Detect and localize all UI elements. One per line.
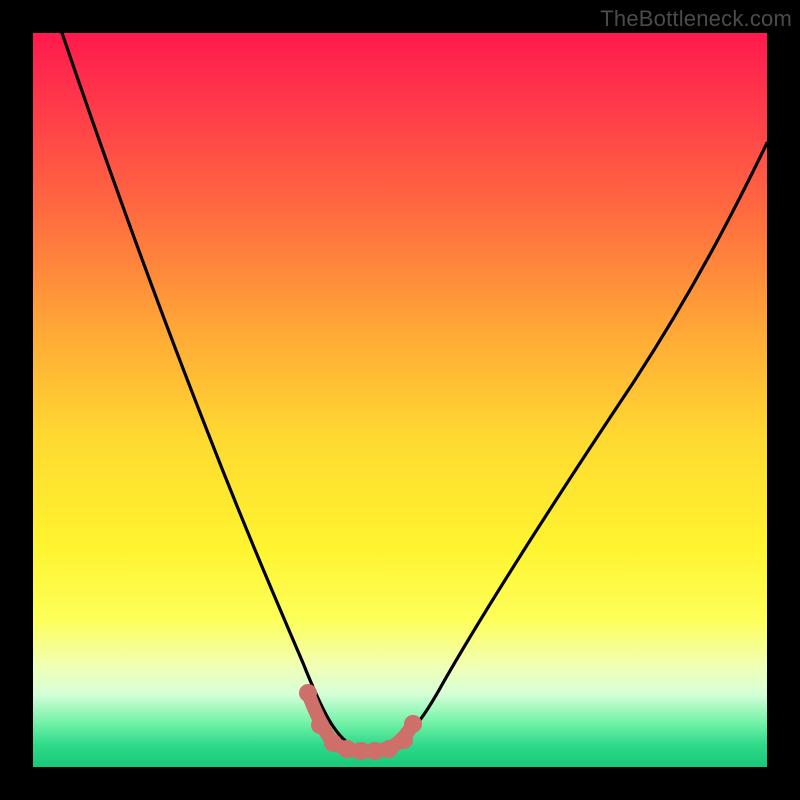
bottleneck-curve — [62, 33, 767, 751]
watermark-text: TheBottleneck.com — [600, 6, 792, 32]
chart-svg — [33, 33, 767, 767]
chart-frame: TheBottleneck.com — [0, 0, 800, 800]
plot-area — [33, 33, 767, 767]
curve-group — [62, 33, 767, 751]
